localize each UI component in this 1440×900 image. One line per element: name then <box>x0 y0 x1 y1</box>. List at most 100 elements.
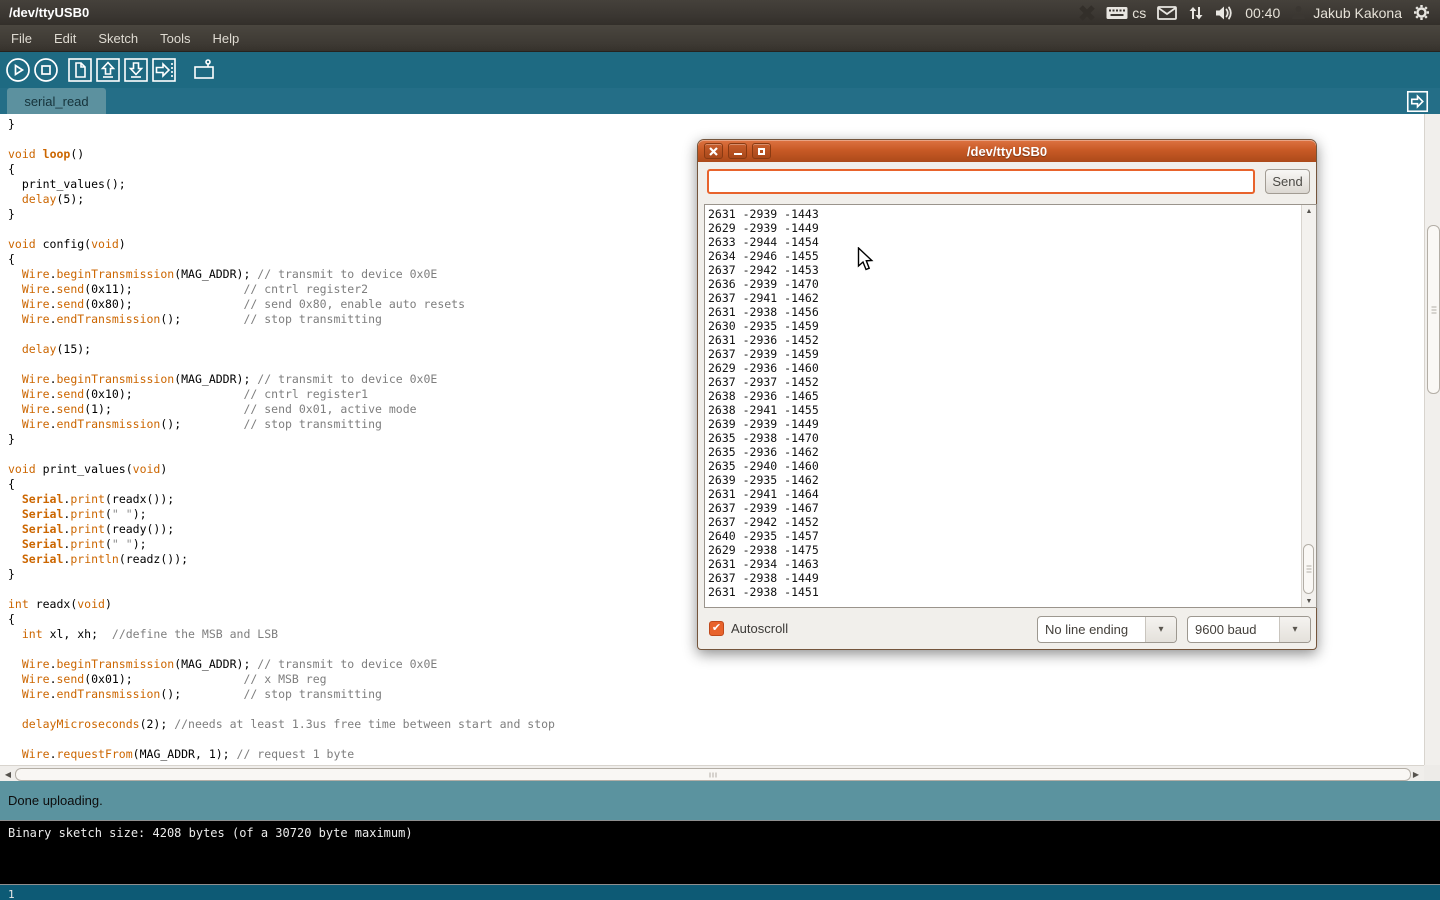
serial-output-scrollbar[interactable]: ▲ ▼ <box>1301 205 1316 607</box>
editor-vertical-scrollbar-thumb[interactable] <box>1427 225 1440 394</box>
window-close-button[interactable] <box>704 143 723 159</box>
serial-data-row: 2631 -2938 -1451 <box>708 585 1300 599</box>
chevron-down-icon[interactable] <box>1279 617 1310 642</box>
window-maximize-button[interactable] <box>752 143 771 159</box>
code-line: Wire.requestFrom(MAG_ADDR, 1); // reques… <box>8 747 1424 762</box>
scrollbar-corner <box>1424 765 1440 781</box>
code-line <box>8 702 1424 717</box>
system-tray: cs 00:40 Jakub Kakona <box>1079 4 1440 21</box>
serial-data-row: 2638 -2941 -1455 <box>708 403 1300 417</box>
user-menu[interactable]: Jakub Kakona <box>1313 5 1402 21</box>
menubar: File Edit Sketch Tools Help <box>0 25 1440 52</box>
keyboard-layout-label: cs <box>1132 5 1146 21</box>
scroll-right-arrow-icon[interactable]: ▶ <box>1409 767 1423 781</box>
serial-data-row: 2629 -2939 -1449 <box>708 221 1300 235</box>
serial-data-row: 2631 -2934 -1463 <box>708 557 1300 571</box>
autoscroll-checkbox[interactable] <box>709 621 724 636</box>
code-line: Wire.beginTransmission(MAG_ADDR); // tra… <box>8 657 1424 672</box>
toolbar <box>0 52 1440 88</box>
serial-data-row: 2637 -2942 -1453 <box>708 263 1300 277</box>
autoscroll-label: Autoscroll <box>731 621 788 636</box>
menu-tools[interactable]: Tools <box>149 27 201 50</box>
code-line <box>8 732 1424 747</box>
mouse-cursor <box>857 247 875 278</box>
tab-label: serial_read <box>24 94 88 109</box>
stop-button[interactable] <box>32 57 59 84</box>
send-button[interactable]: Send <box>1265 169 1310 194</box>
serial-data-row: 2631 -2936 -1452 <box>708 333 1300 347</box>
bowtie-indicator-icon[interactable] <box>1079 5 1095 21</box>
code-line: Wire.send(0x01); // x MSB reg <box>8 672 1424 687</box>
editor-horizontal-scrollbar[interactable]: ◀ ▶ <box>0 765 1424 781</box>
code-line: Wire.endTransmission(); // stop transmit… <box>8 687 1424 702</box>
serial-data-row: 2633 -2944 -1454 <box>708 235 1300 249</box>
network-sync-icon[interactable] <box>1188 5 1204 21</box>
serial-output-scrollbar-thumb[interactable] <box>1303 544 1314 594</box>
serial-data-row: 2635 -2936 -1462 <box>708 445 1300 459</box>
window-minimize-button[interactable] <box>728 143 747 159</box>
clock[interactable]: 00:40 <box>1245 5 1280 21</box>
chevron-down-icon[interactable] <box>1145 617 1176 642</box>
editor-vertical-scrollbar[interactable] <box>1424 114 1440 765</box>
build-console: Binary sketch size: 4208 bytes (of a 307… <box>0 820 1440 885</box>
serial-data-row: 2634 -2946 -1455 <box>708 249 1300 263</box>
status-message: Done uploading. <box>0 793 103 808</box>
baud-rate-value: 9600 baud <box>1188 617 1279 642</box>
serial-data-row: 2639 -2935 -1462 <box>708 473 1300 487</box>
serial-data-row: 2631 -2939 -1443 <box>708 207 1300 221</box>
line-number-indicator: 1 <box>0 888 15 900</box>
serial-monitor-controls: Autoscroll No line ending 9600 baud <box>698 616 1316 644</box>
code-line: delayMicroseconds(2); //needs at least 1… <box>8 717 1424 732</box>
session-gear-icon[interactable] <box>1413 4 1430 21</box>
tab-menu-button[interactable] <box>1405 89 1429 113</box>
serial-data-row: 2630 -2935 -1459 <box>708 319 1300 333</box>
serial-monitor-button[interactable] <box>190 57 217 84</box>
serial-monitor-title: /dev/ttyUSB0 <box>698 144 1316 159</box>
line-ending-value: No line ending <box>1038 617 1145 642</box>
scroll-left-arrow-icon[interactable]: ◀ <box>1 767 15 781</box>
keyboard-layout-icon[interactable]: cs <box>1106 5 1146 21</box>
new-sketch-button[interactable] <box>66 57 93 84</box>
serial-data-row: 2637 -2942 -1452 <box>708 515 1300 529</box>
status-bar: Done uploading. <box>0 781 1440 820</box>
serial-scroll-down-icon[interactable]: ▼ <box>1302 595 1316 607</box>
menu-help[interactable]: Help <box>201 27 250 50</box>
serial-data-row: 2635 -2938 -1470 <box>708 431 1300 445</box>
serial-data-row: 2639 -2939 -1449 <box>708 417 1300 431</box>
active-window-title: /dev/ttyUSB0 <box>0 5 89 20</box>
upload-button[interactable] <box>150 57 177 84</box>
serial-data-row: 2637 -2939 -1459 <box>708 347 1300 361</box>
serial-data-row: 2631 -2941 -1464 <box>708 487 1300 501</box>
serial-output-text: 2631 -2939 -14432629 -2939 -14492633 -29… <box>708 207 1300 607</box>
editor-footer: 1 <box>0 885 1440 900</box>
tab-strip: serial_read <box>0 88 1440 114</box>
serial-data-row: 2637 -2939 -1467 <box>708 501 1300 515</box>
save-button[interactable] <box>122 57 149 84</box>
menu-file[interactable]: File <box>0 27 43 50</box>
code-line: } <box>8 117 1424 132</box>
serial-data-row: 2629 -2936 -1460 <box>708 361 1300 375</box>
open-button[interactable] <box>94 57 121 84</box>
serial-data-row: 2637 -2941 -1462 <box>708 291 1300 305</box>
tab-serial-read[interactable]: serial_read <box>7 88 106 114</box>
serial-send-input[interactable] <box>707 169 1255 194</box>
console-output: Binary sketch size: 4208 bytes (of a 307… <box>0 821 1440 845</box>
serial-data-row: 2637 -2938 -1449 <box>708 571 1300 585</box>
line-ending-select[interactable]: No line ending <box>1037 616 1177 643</box>
verify-button[interactable] <box>4 57 31 84</box>
baud-rate-select[interactable]: 9600 baud <box>1187 616 1311 643</box>
menu-edit[interactable]: Edit <box>43 27 87 50</box>
desktop: /dev/ttyUSB0 cs 00:40 Jakub Kakona <box>0 0 1440 900</box>
send-button-label: Send <box>1272 174 1302 189</box>
serial-data-row: 2638 -2936 -1465 <box>708 389 1300 403</box>
serial-scroll-up-icon[interactable]: ▲ <box>1302 205 1316 217</box>
serial-output-area[interactable]: 2631 -2939 -14432629 -2939 -14492633 -29… <box>704 204 1317 608</box>
serial-data-row: 2640 -2935 -1457 <box>708 529 1300 543</box>
user-icon <box>1291 5 1306 20</box>
editor-horizontal-scrollbar-thumb[interactable] <box>15 768 1411 781</box>
serial-monitor-titlebar[interactable]: /dev/ttyUSB0 <box>698 140 1316 162</box>
volume-icon[interactable] <box>1215 5 1234 21</box>
menu-sketch[interactable]: Sketch <box>87 27 149 50</box>
serial-data-row: 2629 -2938 -1475 <box>708 543 1300 557</box>
mail-icon[interactable] <box>1157 6 1177 20</box>
